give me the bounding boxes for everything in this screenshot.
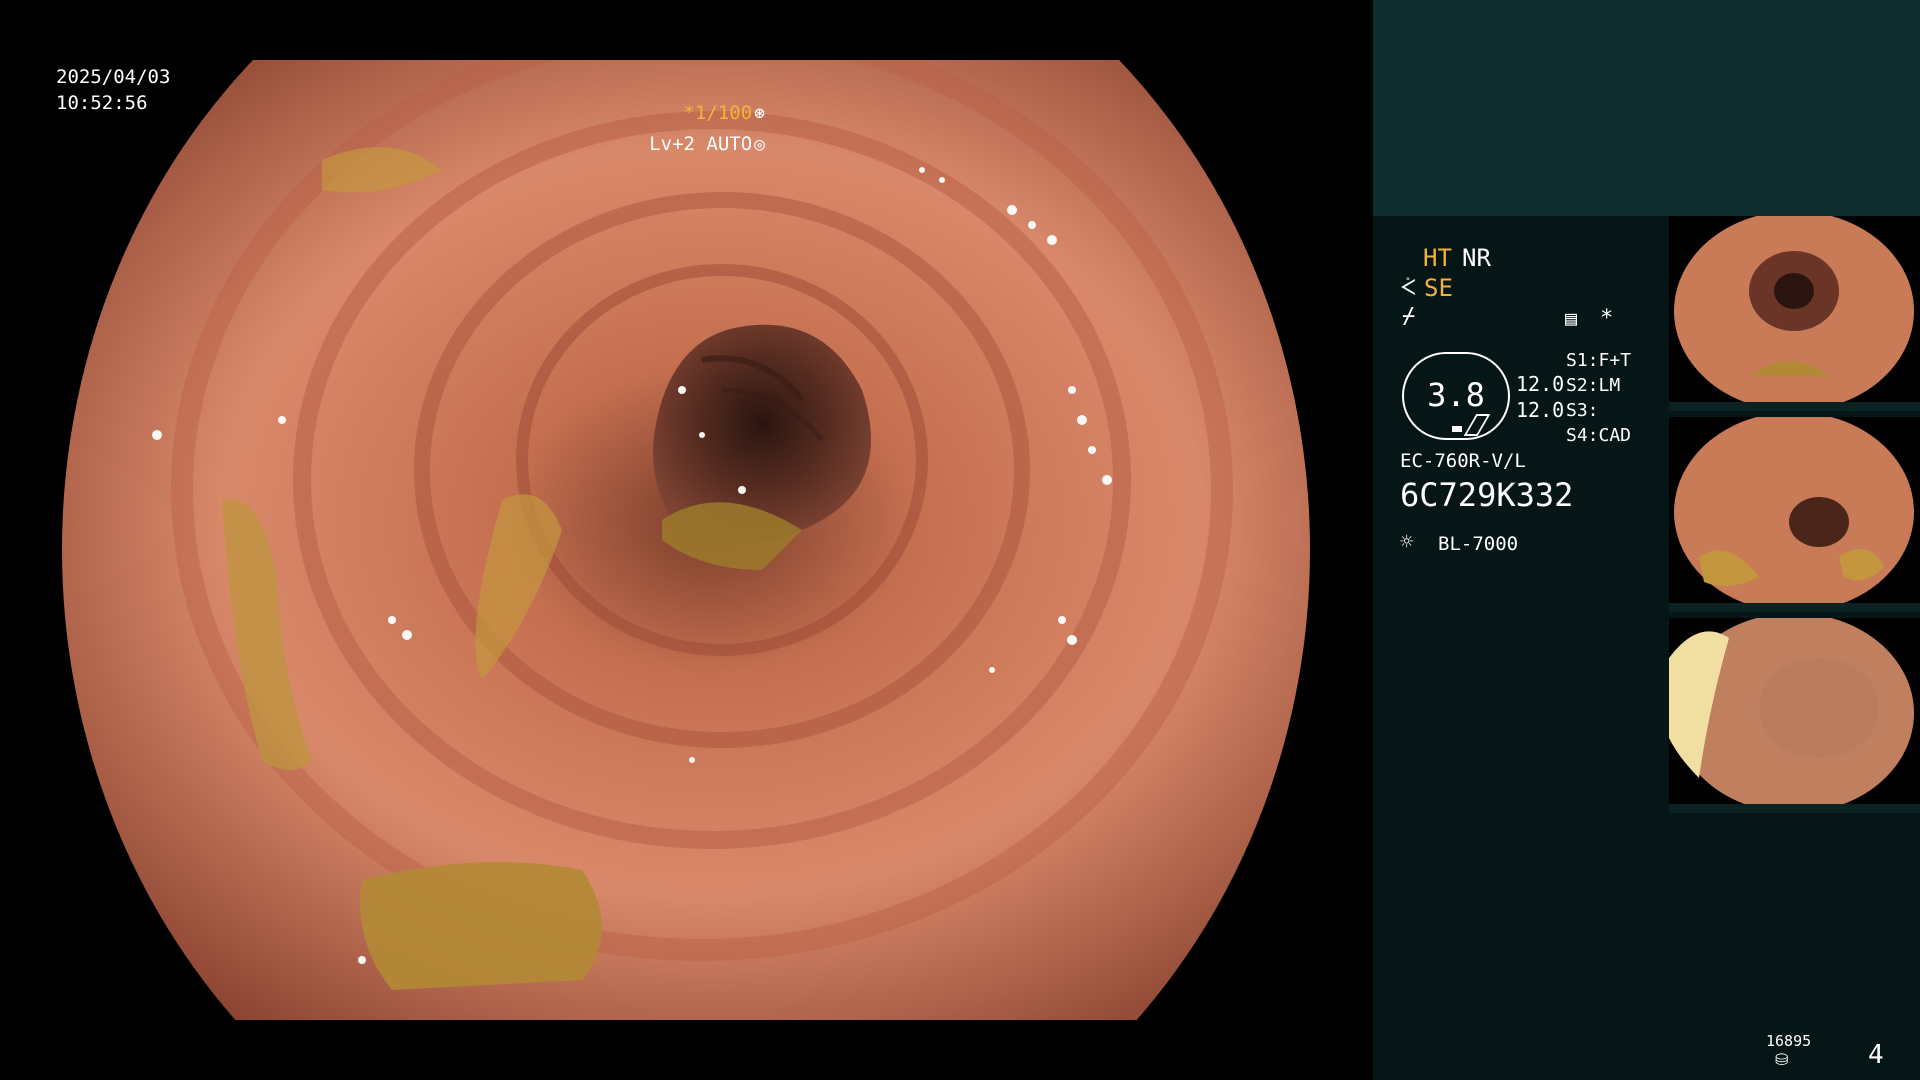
gauge: 3.8 (1402, 352, 1510, 440)
reading-1: 12.0 (1516, 372, 1565, 396)
switch-s4: S4:CAD (1566, 425, 1632, 446)
scope-model: EC-760R-V/L (1400, 450, 1526, 472)
ht-mode: HT (1423, 244, 1452, 272)
panel-header (1373, 0, 1920, 216)
datetime: 2025/04/03 10:52:56 (56, 64, 170, 116)
endoscope-view: 2025/04/03 10:52:56 *1/100 ⊛ Lv+2 AUTO ◎ (0, 0, 1373, 1080)
lamp-icon: ☼ (1400, 530, 1414, 555)
scope-serial: 6C729K332 (1400, 476, 1574, 514)
thumbnail-1-bar (1669, 402, 1920, 411)
switch-s3: S3: (1566, 400, 1599, 421)
exposure-overlay: *1/100 ⊛ Lv+2 AUTO ◎ (649, 98, 765, 160)
thumbnail-2[interactable] (1669, 417, 1920, 612)
thumbnail-2-bar (1669, 603, 1920, 612)
date-label: 2025/04/03 (56, 66, 171, 88)
shutter-label: *1/100 (683, 102, 753, 124)
gauge-pointer-icon (1463, 414, 1491, 436)
storage-icon: ⛁ (1775, 1050, 1789, 1069)
switch-s1: S1:F+T (1566, 350, 1632, 371)
time-label: 10:52:56 (56, 92, 148, 114)
thumbnail-3[interactable] (1669, 618, 1920, 813)
scope-icon: ᢵ (1400, 276, 1416, 301)
aperture-icon: ⊛ (754, 103, 765, 124)
reading-2: 12.0 (1516, 398, 1565, 422)
asterisk-icon: * (1600, 306, 1614, 331)
colon-image (62, 60, 1310, 1020)
settings-icon: ▤ (1565, 306, 1578, 330)
nr-mode: NR (1462, 244, 1491, 272)
se-mode: SE (1424, 274, 1453, 302)
thumbnail-3-bar (1669, 804, 1920, 813)
auto-iris-icon: ◎ (754, 134, 765, 155)
capture-count: 4 (1868, 1040, 1884, 1070)
flash-icon: ⌿ (1402, 304, 1416, 329)
switch-s2: S2:LM (1566, 375, 1621, 396)
gauge-value: 3.8 (1427, 376, 1485, 414)
storage-count: 16895 (1766, 1032, 1812, 1050)
gauge-marker (1452, 426, 1462, 432)
thumbnail-1[interactable] (1669, 216, 1920, 411)
level-label: Lv+2 AUTO (649, 133, 753, 155)
light-source: BL-7000 (1438, 533, 1519, 555)
